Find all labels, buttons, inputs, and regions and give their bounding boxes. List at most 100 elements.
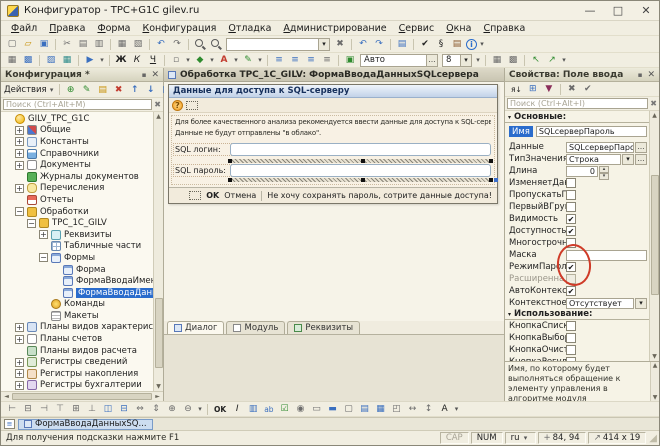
property-value[interactable]: 0 — [566, 166, 598, 177]
expand-icon[interactable]: + — [15, 184, 24, 193]
maximize-button[interactable]: □ — [611, 4, 625, 17]
scroll-left-icon[interactable]: ◄ — [2, 393, 11, 400]
new-file-icon[interactable]: ▢ — [5, 38, 19, 51]
expand-icon[interactable]: + — [39, 230, 48, 239]
print-icon[interactable]: ▦ — [115, 38, 129, 51]
undo-icon[interactable]: ↶ — [154, 38, 168, 51]
tree-item[interactable]: −Формы — [1, 252, 153, 264]
selection-handle[interactable] — [228, 159, 232, 163]
chevron-down-icon[interactable]: ▾ — [184, 56, 192, 64]
paste-icon[interactable]: ▥ — [92, 38, 106, 51]
align-left-edges-icon[interactable]: ⊢ — [5, 403, 19, 416]
checkbox[interactable]: ✔ — [566, 262, 576, 272]
properties-scrollbar[interactable]: ▲ ▼ — [649, 111, 659, 361]
tree-item[interactable]: −TPC_1C_GILV — [1, 217, 153, 229]
font-name-combobox[interactable]: Авто … — [360, 54, 438, 67]
expand-icon[interactable]: + — [15, 358, 24, 367]
tree-item[interactable]: +Регистры накопления — [1, 368, 153, 380]
underline-icon[interactable]: Ч — [146, 54, 160, 67]
tree-item[interactable]: Команды — [1, 299, 153, 311]
tab-реквизиты[interactable]: Реквизиты — [287, 321, 360, 334]
ellipsis-button[interactable]: … — [635, 154, 647, 165]
align-top-edges-icon[interactable]: ⊤ — [53, 403, 67, 416]
tree-item[interactable]: +Регистры бухгалтерии — [1, 380, 153, 391]
splitter-control-icon[interactable]: ↔ — [406, 403, 420, 416]
align-left-icon[interactable]: ≡ — [272, 54, 286, 67]
zoom-icon[interactable] — [209, 38, 223, 51]
align-right-edges-icon[interactable]: ⊣ — [37, 403, 51, 416]
tree-item[interactable]: Макеты — [1, 310, 153, 322]
tree-item[interactable]: +Планы видов характеристик — [1, 322, 153, 334]
tree-item[interactable]: GILV_TPC_G1C — [1, 113, 153, 125]
chevron-down-icon[interactable]: ▾ — [560, 56, 568, 64]
selection-handle[interactable] — [361, 159, 365, 163]
property-input[interactable] — [566, 250, 647, 261]
menu-item-1[interactable]: Файл — [5, 22, 43, 35]
dropdown-button[interactable]: ▾ — [622, 154, 634, 165]
move-down-icon[interactable]: ↓ — [144, 83, 158, 96]
expand-icon[interactable]: + — [15, 335, 24, 344]
ellipsis-icon[interactable]: … — [426, 55, 437, 66]
form-view-icon[interactable]: ▩ — [21, 54, 35, 67]
tree-item[interactable]: +Документы — [1, 159, 153, 171]
redo-icon[interactable]: ↷ — [170, 38, 184, 51]
filter-icon[interactable]: ▼ — [542, 83, 556, 96]
checkbox[interactable] — [566, 178, 576, 188]
checkbox[interactable]: ✔ — [566, 286, 576, 296]
spin-control-icon[interactable]: ↕ — [422, 403, 436, 416]
scrollbar-thumb[interactable] — [155, 298, 163, 368]
font-size-combobox[interactable]: 8 ▾ — [442, 54, 472, 67]
align-h-centers-icon[interactable]: ⊟ — [21, 403, 35, 416]
grid-view-icon[interactable]: ▦ — [5, 54, 19, 67]
font-color-icon[interactable]: А — [217, 54, 231, 67]
tree-item[interactable]: +Справочники — [1, 148, 153, 160]
tree-item[interactable]: +Константы — [1, 136, 153, 148]
sql-login-field[interactable] — [230, 143, 491, 156]
tree-item[interactable]: +Реквизиты — [1, 229, 153, 241]
list-control-icon[interactable]: ▤ — [358, 403, 372, 416]
properties-search-input[interactable] — [507, 98, 648, 109]
scrollbar-thumb[interactable] — [12, 393, 152, 400]
menu-item-6[interactable]: Администрирование — [277, 22, 392, 35]
align-center-icon[interactable]: ≡ — [288, 54, 302, 67]
menu-item-2[interactable]: Правка — [43, 22, 91, 35]
close-icon[interactable]: ✕ — [151, 70, 159, 80]
sql-password-field-selected[interactable] — [230, 164, 491, 177]
align-bottom-edges-icon[interactable]: ⊥ — [85, 403, 99, 416]
checkbox[interactable] — [566, 190, 576, 200]
h-spacing-icon[interactable]: ⇔ — [133, 403, 147, 416]
chevron-down-icon[interactable]: ▾ — [318, 39, 329, 50]
copy-window-icon[interactable]: ▤ — [395, 38, 409, 51]
ok-button-control-icon[interactable]: OK — [212, 403, 228, 416]
add-icon[interactable]: ⊕ — [64, 83, 78, 96]
same-width-icon[interactable]: ◫ — [101, 403, 115, 416]
same-height-icon[interactable]: ⊟ — [117, 403, 131, 416]
cancel-button[interactable]: Отмена — [224, 191, 256, 200]
center-h-icon[interactable]: ⊕ — [165, 403, 179, 416]
chevron-down-icon[interactable]: ▾ — [460, 55, 471, 66]
close-icon[interactable]: ✕ — [647, 70, 655, 80]
selection-handle[interactable] — [489, 178, 493, 182]
merge-cells-icon[interactable]: ▦ — [490, 54, 504, 67]
cut-icon[interactable]: ✂ — [60, 38, 74, 51]
config-check-icon[interactable]: § — [434, 38, 448, 51]
window-tab-active[interactable]: ФормаВводаДанныхSQ... — [18, 419, 153, 430]
clear-find-icon[interactable]: ✖ — [333, 38, 347, 51]
scrollbar-thumb[interactable] — [651, 175, 659, 295]
clear-icon[interactable]: ✖ — [565, 83, 579, 96]
clear-credentials-button[interactable]: Не хочу сохранять пароль, сотрите данные… — [267, 191, 492, 200]
menu-item-9[interactable]: Справка — [477, 22, 531, 35]
spinner[interactable]: ▴▾ — [599, 166, 609, 177]
highlight-color-icon[interactable]: ✎ — [241, 54, 255, 67]
collapse-icon[interactable]: − — [15, 207, 24, 216]
scroll-up-icon[interactable]: ▲ — [156, 112, 161, 121]
text-control-icon[interactable]: I — [230, 403, 244, 416]
tabs-control-icon[interactable]: ▢ — [342, 403, 356, 416]
pin-icon[interactable]: ▪ — [638, 71, 643, 79]
chevron-down-icon[interactable]: ▾ — [478, 40, 486, 48]
align-v-centers-icon[interactable]: ⊞ — [69, 403, 83, 416]
button-control-icon[interactable]: ▬ — [326, 403, 340, 416]
move-up-icon[interactable]: ↑ — [128, 83, 142, 96]
scroll-up-icon[interactable]: ▲ — [653, 362, 658, 369]
tab-диалог[interactable]: Диалог — [167, 321, 224, 334]
